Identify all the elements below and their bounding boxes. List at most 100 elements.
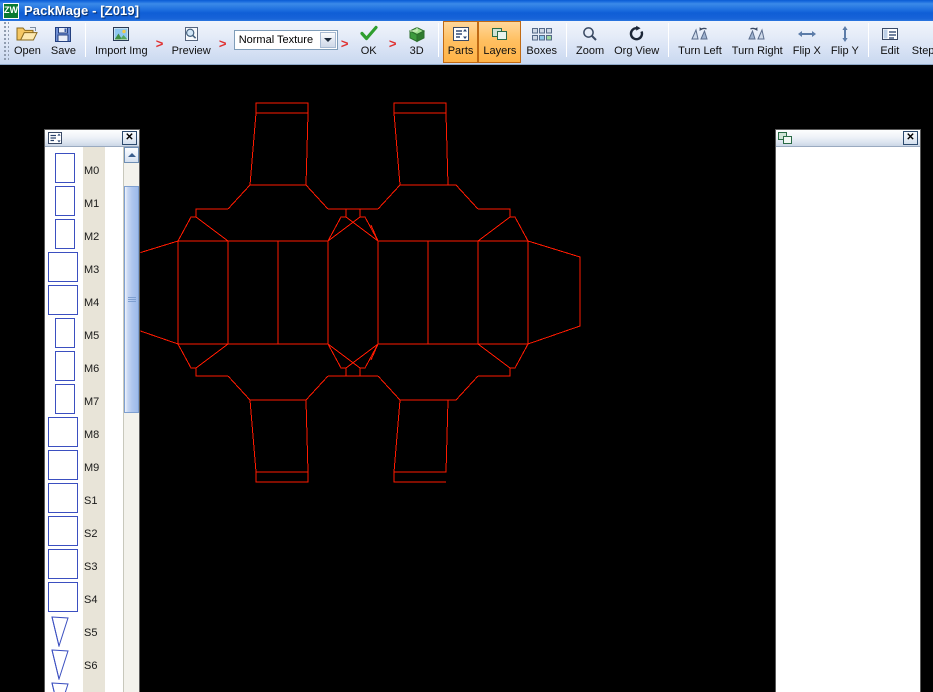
parts-list-icon (47, 131, 62, 145)
part-label-m2: M2 (84, 231, 100, 243)
ok-button[interactable]: OK (352, 21, 386, 63)
parts-list-icon (448, 24, 474, 44)
part-thumbnail[interactable] (55, 384, 75, 414)
part-thumbnail[interactable] (55, 219, 75, 249)
parts-scrollbar[interactable] (123, 147, 139, 692)
flip-y-icon (831, 24, 859, 44)
part-thumbnail[interactable] (48, 582, 78, 612)
part-label-s2: S2 (84, 528, 98, 540)
preview-button[interactable]: Preview (167, 21, 216, 63)
toolbar-separator-3 (566, 23, 567, 57)
scroll-up-button[interactable] (124, 147, 139, 163)
flip-x-label: Flip X (792, 45, 821, 57)
layers-panel: ✕ (775, 129, 921, 692)
layers-panel-titlebar[interactable]: ✕ (776, 130, 920, 147)
texture-select[interactable]: Normal Texture (233, 30, 338, 50)
floppy-disk-icon (51, 24, 76, 44)
turn-right-button[interactable]: Turn Right (727, 21, 788, 63)
scrollbar-thumb[interactable] (124, 185, 139, 414)
import-img-label: Import Img (95, 45, 148, 57)
boxes-grid-icon (526, 24, 557, 44)
window-title: PackMage - [Z019] (24, 3, 140, 18)
part-thumbnail[interactable] (48, 252, 78, 282)
part-thumbnail[interactable] (48, 417, 78, 447)
turn-left-label: Turn Left (678, 45, 722, 57)
3d-button[interactable]: 3D (400, 21, 434, 63)
texture-select-value: Normal Texture (238, 34, 314, 46)
part-thumbnail[interactable] (55, 186, 75, 216)
part-thumbnail[interactable] (48, 285, 78, 315)
toolbar-separator-4 (668, 23, 670, 57)
turn-left-button[interactable]: Turn Left (673, 21, 727, 63)
part-label-s5: S5 (84, 627, 98, 639)
main-toolbar: Open Save Import Img > Preview > Normal … (0, 21, 933, 65)
part-thumbnail[interactable] (55, 351, 75, 381)
part-label-m6: M6 (84, 363, 100, 375)
part-thumbnail[interactable] (48, 648, 78, 681)
part-label-m1: M1 (84, 198, 100, 210)
part-thumbnail[interactable] (48, 615, 78, 648)
layers-button[interactable]: Layers (478, 21, 522, 63)
flow-arrow-4: > (388, 35, 397, 51)
flow-arrow-2: > (218, 35, 227, 51)
parts-button[interactable]: Parts (442, 21, 479, 63)
flow-arrow-1: > (155, 35, 164, 51)
part-label-s1: S1 (84, 495, 98, 507)
part-thumbnail[interactable] (55, 153, 75, 183)
turn-right-icon (732, 24, 783, 44)
green-box-3d-icon (405, 24, 429, 44)
part-label-s3: S3 (84, 561, 98, 573)
turn-left-icon (678, 24, 722, 44)
chevron-down-icon[interactable] (319, 32, 336, 48)
boxes-label: Boxes (526, 45, 557, 57)
parts-panel-titlebar[interactable]: ✕ (45, 130, 139, 147)
part-thumbnail[interactable] (55, 318, 75, 348)
zoom-button[interactable]: Zoom (571, 21, 609, 63)
org-view-button[interactable]: Org View (609, 21, 664, 63)
toolbar-separator (85, 23, 86, 57)
magnifier-page-icon (172, 24, 211, 44)
green-check-icon (357, 24, 381, 44)
application-window: ZW PackMage - [Z019] Open Save Import Im… (0, 0, 933, 692)
layers-stack-icon (483, 24, 516, 44)
flip-x-button[interactable]: Flip X (788, 21, 826, 63)
toolbar-separator-5 (867, 23, 869, 57)
part-label-m3: M3 (84, 264, 100, 276)
parts-label-column: M0M1M2M3M4M5M6M7M8M9S1S2S3S4S5S6S7S8 (83, 147, 105, 692)
zoom-label: Zoom (576, 45, 605, 57)
layers-panel-body[interactable] (776, 147, 920, 692)
parts-panel: ✕ M0M1M2M3M4M5M6M7M8M9S1S2S3S4S5S6S7S8 (44, 129, 140, 692)
part-thumbnail[interactable] (48, 450, 78, 480)
open-folder-icon (14, 24, 41, 44)
part-thumbnail[interactable] (48, 549, 78, 579)
reset-rotate-icon (614, 24, 659, 44)
save-button[interactable]: Save (46, 21, 81, 63)
app-icon: ZW (3, 2, 19, 19)
layers-stack-icon (778, 131, 793, 145)
toolbar-grip[interactable] (2, 22, 9, 62)
boxes-button[interactable]: Boxes (521, 21, 562, 63)
part-label-m5: M5 (84, 330, 100, 342)
edit-label: Edit (880, 45, 900, 57)
title-bar: ZW PackMage - [Z019] (0, 0, 933, 21)
import-img-button[interactable]: Import Img (90, 21, 153, 63)
flip-y-button[interactable]: Flip Y (826, 21, 864, 63)
part-thumbnail[interactable] (48, 681, 78, 692)
ok-label: OK (360, 45, 377, 57)
turn-right-label: Turn Right (731, 45, 783, 57)
part-thumbnail[interactable] (48, 483, 78, 513)
step-repeat-label: Step&Repeat (911, 45, 933, 57)
open-button[interactable]: Open (9, 21, 46, 63)
edit-button[interactable]: Edit (873, 21, 907, 63)
flow-arrow-3: > (340, 35, 349, 51)
image-import-icon (95, 24, 148, 44)
layers-label: Layers (483, 45, 517, 57)
drawing-canvas[interactable]: ✕ M0M1M2M3M4M5M6M7M8M9S1S2S3S4S5S6S7S8 (0, 65, 933, 692)
parts-panel-close-button[interactable]: ✕ (122, 131, 137, 145)
layers-panel-close-button[interactable]: ✕ (903, 131, 918, 145)
part-label-s6: S6 (84, 660, 98, 672)
step-repeat-button[interactable]: Step&Repeat (907, 21, 933, 63)
part-thumbnail[interactable] (48, 516, 78, 546)
part-label-m0: M0 (84, 165, 100, 177)
part-label-m9: M9 (84, 462, 100, 474)
